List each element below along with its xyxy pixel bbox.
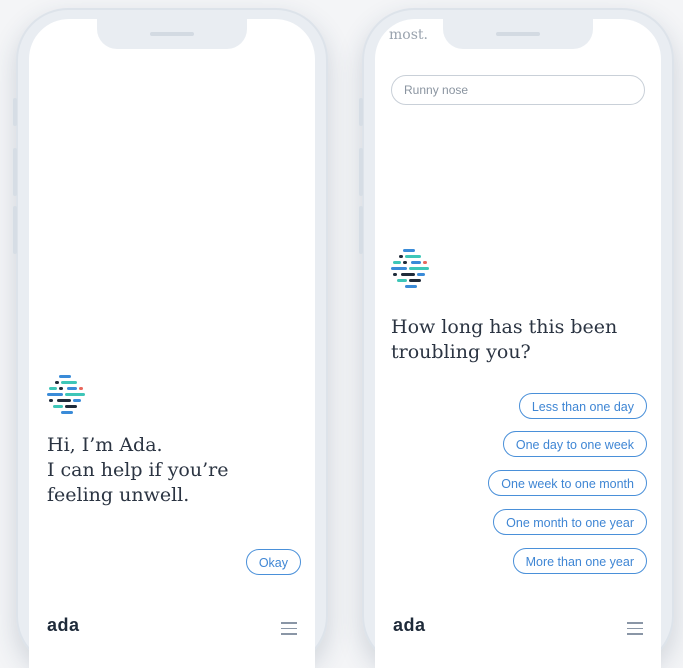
symptom-answer-field[interactable]: Runny nose	[391, 75, 645, 105]
okay-button[interactable]: Okay	[245, 549, 301, 575]
notch	[443, 19, 593, 49]
speaker	[150, 32, 194, 36]
speaker	[496, 32, 540, 36]
screen-right: most. Runny nose How long has this been …	[375, 19, 661, 668]
side-button	[359, 148, 363, 196]
phone-frame-right: most. Runny nose How long has this been …	[359, 8, 674, 668]
option-one-week-to-one-month[interactable]: One week to one month	[488, 470, 647, 496]
side-button	[359, 98, 363, 126]
notch	[97, 19, 247, 49]
ada-logo-icon	[391, 249, 429, 288]
phone-frame-left: Hi, I’m Ada. I can help if you’re feelin…	[13, 8, 328, 668]
hamburger-menu-icon[interactable]	[281, 622, 297, 635]
footer-logo: ada	[393, 615, 426, 635]
hamburger-menu-icon[interactable]	[627, 622, 643, 635]
side-button	[13, 148, 17, 196]
option-one-day-to-one-week[interactable]: One day to one week	[502, 431, 647, 457]
option-one-month-to-one-year[interactable]: One month to one year	[493, 509, 647, 535]
screen-left: Hi, I’m Ada. I can help if you’re feelin…	[29, 19, 315, 668]
ada-logo-icon	[47, 375, 85, 414]
side-button	[359, 206, 363, 254]
footer-logo: ada	[47, 615, 80, 635]
option-less-than-one-day[interactable]: Less than one day	[518, 393, 647, 419]
option-more-than-one-year[interactable]: More than one year	[512, 548, 647, 574]
previous-message-text: most.	[389, 27, 428, 43]
side-button	[13, 206, 17, 254]
side-button	[13, 98, 17, 126]
greeting-text: Hi, I’m Ada. I can help if you’re feelin…	[47, 434, 229, 506]
question-text: How long has this been troubling you?	[391, 316, 618, 363]
